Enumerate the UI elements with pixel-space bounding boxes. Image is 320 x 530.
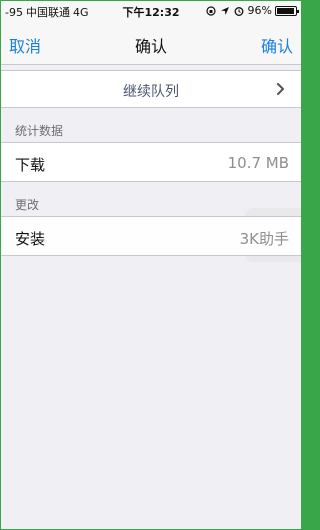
download-value: 10.7 MB xyxy=(227,154,289,172)
chevron-right-icon xyxy=(277,83,284,95)
status-bar: -95 中国联通 4G 下午12:32 96% xyxy=(1,1,301,21)
status-right: 96% xyxy=(205,4,299,17)
alarm-icon xyxy=(234,6,243,16)
navigation-bar: 取消 确认 确认 xyxy=(1,21,301,65)
install-label: 安装 xyxy=(15,230,46,248)
download-row: 下载 10.7 MB xyxy=(1,142,301,182)
confirm-button[interactable]: 确认 xyxy=(261,33,293,57)
battery-nub xyxy=(297,9,299,13)
rotation-lock-icon xyxy=(205,5,216,16)
page-title: 确认 xyxy=(134,37,167,56)
install-value: 3K助手 xyxy=(239,230,289,248)
changes-section-header: 更改 xyxy=(15,198,40,212)
stats-section-header: 统计数据 xyxy=(15,124,64,138)
download-label: 下载 xyxy=(15,156,46,174)
battery-icon xyxy=(275,5,299,16)
location-icon xyxy=(220,6,229,15)
continue-queue-cell[interactable]: 继续队列 xyxy=(1,70,301,108)
continue-queue-label: 继续队列 xyxy=(123,84,179,100)
battery-percent: 96% xyxy=(247,4,272,17)
install-row: 安装 3K助手 xyxy=(1,216,301,256)
battery-fill xyxy=(277,7,294,14)
screen: -95 中国联通 4G 下午12:32 96% 取消 确认 确认 继续队列 统计… xyxy=(1,1,301,529)
